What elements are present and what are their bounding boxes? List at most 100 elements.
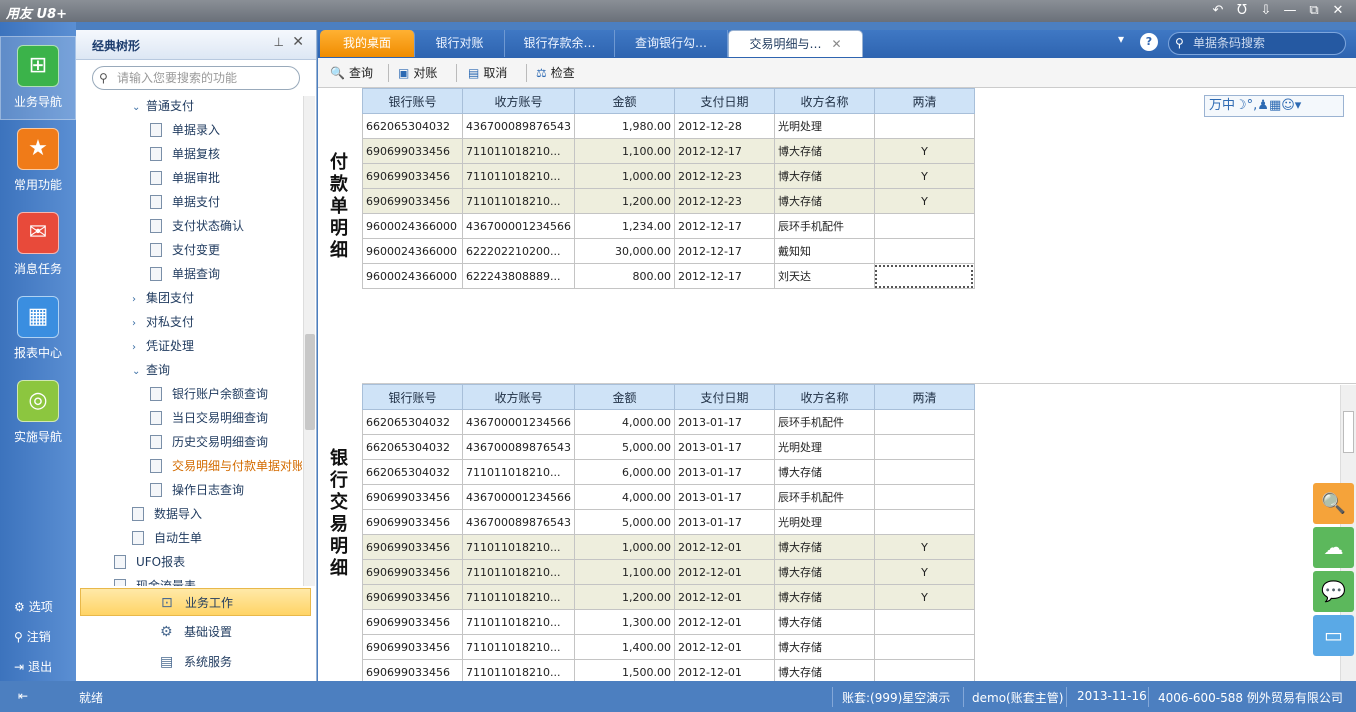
table-cell[interactable]: 2013-01-17 <box>673 509 775 535</box>
table-cell[interactable]: 690699033456 <box>362 584 463 610</box>
leftbar-bottom-item[interactable]: ⇥ 退出 <box>14 658 52 675</box>
table-row[interactable]: 9600024366000 622243808889... 800.00 2012-1… <box>362 263 975 289</box>
table-cell[interactable]: 436700001234566 <box>462 213 575 239</box>
table-cell[interactable]: 博大存储 <box>773 634 875 660</box>
table-cell[interactable]: 2012-12-17 <box>673 263 775 289</box>
table-cell[interactable]: 辰环手机配件 <box>773 409 875 435</box>
window-control-icon[interactable]: — <box>1278 2 1302 20</box>
column-header[interactable]: 银行账号 <box>362 88 463 114</box>
tree-item[interactable]: ⌄ 查询 <box>132 360 170 380</box>
leftbar-item[interactable]: ⊞ 业务导航 <box>0 36 76 120</box>
table-cell[interactable]: 2012-12-17 <box>673 138 775 164</box>
tree-item[interactable]: UFO报表 <box>114 552 185 572</box>
table-cell[interactable]: 2013-01-17 <box>673 409 775 435</box>
table-cell[interactable] <box>873 409 975 435</box>
table-cell[interactable]: 711011018210... <box>462 584 575 610</box>
table-cell[interactable]: 博大存储 <box>773 163 875 189</box>
table-cell[interactable]: 711011018210... <box>462 559 575 585</box>
table-cell[interactable] <box>873 213 975 239</box>
tree-toggle-icon[interactable]: › <box>132 314 146 334</box>
tree-item[interactable]: 历史交易明细查询 <box>150 432 268 452</box>
table-cell[interactable] <box>873 484 975 510</box>
ime-toolbar[interactable]: 万中☽°,♟▦☺▾ <box>1204 95 1344 117</box>
table-cell[interactable]: Y <box>873 559 975 585</box>
leftbar-item[interactable]: ★ 常用功能 <box>0 120 76 204</box>
table-cell[interactable]: 690699033456 <box>362 609 463 635</box>
table-cell[interactable]: 9600024366000 <box>362 263 463 289</box>
table-row[interactable]: 662065304032 436700089876543 1,980.00 2012-… <box>362 113 975 139</box>
column-header[interactable]: 两清 <box>873 88 975 114</box>
table-cell[interactable]: 1,000.00 <box>573 534 675 560</box>
table-cell[interactable]: 刘天达 <box>773 263 875 289</box>
tree-item[interactable]: › 凭证处理 <box>132 336 194 356</box>
table-cell[interactable]: 2012-12-01 <box>673 534 775 560</box>
column-header[interactable]: 金额 <box>573 384 675 410</box>
window-control-icon[interactable]: ⧉ <box>1302 2 1326 20</box>
column-header[interactable]: 银行账号 <box>362 384 463 410</box>
table-cell[interactable]: 690699033456 <box>362 634 463 660</box>
table-cell[interactable]: 30,000.00 <box>573 238 675 264</box>
table-cell[interactable]: 436700001234566 <box>462 484 575 510</box>
table-cell[interactable]: 2012-12-23 <box>673 188 775 214</box>
table-cell[interactable]: 662065304032 <box>362 409 463 435</box>
leftbar-item[interactable]: ▦ 报表中心 <box>0 288 76 372</box>
table-cell[interactable]: 2012-12-01 <box>673 634 775 660</box>
table-cell[interactable]: 711011018210... <box>462 634 575 660</box>
table-row[interactable]: 9600024366000 436700001234566 1,234.00 2012… <box>362 213 975 239</box>
tree-toggle-icon[interactable]: › <box>132 338 146 358</box>
table-cell[interactable]: 辰环手机配件 <box>773 484 875 510</box>
table-row[interactable]: 690699033456 711011018210... 1,000.00 2012-… <box>362 163 975 189</box>
table-cell[interactable]: Y <box>873 163 975 189</box>
table-cell[interactable]: 690699033456 <box>362 559 463 585</box>
table-row[interactable]: 662065304032 436700001234566 4,000.00 2013-… <box>362 409 975 435</box>
tree-item[interactable]: 支付状态确认 <box>150 216 244 236</box>
table-cell[interactable]: 2013-01-17 <box>673 434 775 460</box>
leftbar-item[interactable]: ◎ 实施导航 <box>0 372 76 456</box>
search-icon[interactable]: 🔍 <box>1313 483 1354 524</box>
table-row[interactable]: 690699033456 711011018210... 1,100.00 2012-… <box>362 138 975 164</box>
table-cell[interactable]: Y <box>873 584 975 610</box>
table-cell[interactable]: 622243808889... <box>462 263 575 289</box>
table-cell[interactable]: 662065304032 <box>362 113 463 139</box>
collapse-icon[interactable]: ⇤ <box>18 689 28 703</box>
table-cell[interactable]: 5,000.00 <box>573 509 675 535</box>
table-cell[interactable]: 4,000.00 <box>573 484 675 510</box>
tab[interactable]: 查询银行勾… <box>615 30 728 57</box>
tab[interactable]: 银行存款余… <box>505 30 615 57</box>
table-cell[interactable]: 辰环手机配件 <box>773 213 875 239</box>
table-cell[interactable]: 436700089876543 <box>462 113 575 139</box>
help-icon[interactable]: ? <box>1140 33 1158 51</box>
column-header[interactable]: 收方账号 <box>462 88 575 114</box>
table-cell[interactable]: 2012-12-28 <box>673 113 775 139</box>
tab[interactable]: 银行对账 <box>415 30 505 57</box>
tree-toggle-icon[interactable]: ⌄ <box>132 98 146 118</box>
table-cell[interactable]: 博大存储 <box>773 559 875 585</box>
table-cell[interactable]: 711011018210... <box>462 138 575 164</box>
table-row[interactable]: 690699033456 711011018210... 1,300.00 2012-… <box>362 609 975 635</box>
table-cell[interactable]: 4,000.00 <box>573 409 675 435</box>
table-cell[interactable]: 690699033456 <box>362 509 463 535</box>
table-cell[interactable]: 5,000.00 <box>573 434 675 460</box>
table-row[interactable]: 9600024366000 622202210200... 30,000.00 201… <box>362 238 975 264</box>
tree-item[interactable]: › 对私支付 <box>132 312 194 332</box>
table-cell[interactable] <box>873 434 975 460</box>
table-cell[interactable]: 1,000.00 <box>573 163 675 189</box>
close-icon[interactable]: ✕ <box>831 37 841 51</box>
table-cell[interactable]: 711011018210... <box>462 534 575 560</box>
tree-item[interactable]: 单据审批 <box>150 168 220 188</box>
table-cell[interactable]: 436700001234566 <box>462 409 575 435</box>
window-control-icon[interactable]: ↶ <box>1206 2 1230 20</box>
table-cell[interactable] <box>873 509 975 535</box>
table-cell[interactable]: 9600024366000 <box>362 238 463 264</box>
table-cell[interactable]: 690699033456 <box>362 138 463 164</box>
table-cell[interactable]: 2012-12-01 <box>673 584 775 610</box>
tree-scroll-thumb[interactable] <box>305 334 315 430</box>
table-cell[interactable]: 1,200.00 <box>573 188 675 214</box>
tree-item[interactable]: 操作日志查询 <box>150 480 244 500</box>
table-cell[interactable]: 622202210200... <box>462 238 575 264</box>
table-cell[interactable]: 436700089876543 <box>462 434 575 460</box>
leftbar-bottom-item[interactable]: ⚲ 注销 <box>14 628 51 645</box>
tab[interactable]: 我的桌面 <box>320 30 415 57</box>
table-cell[interactable]: 2013-01-17 <box>673 484 775 510</box>
table-cell[interactable]: Y <box>873 188 975 214</box>
